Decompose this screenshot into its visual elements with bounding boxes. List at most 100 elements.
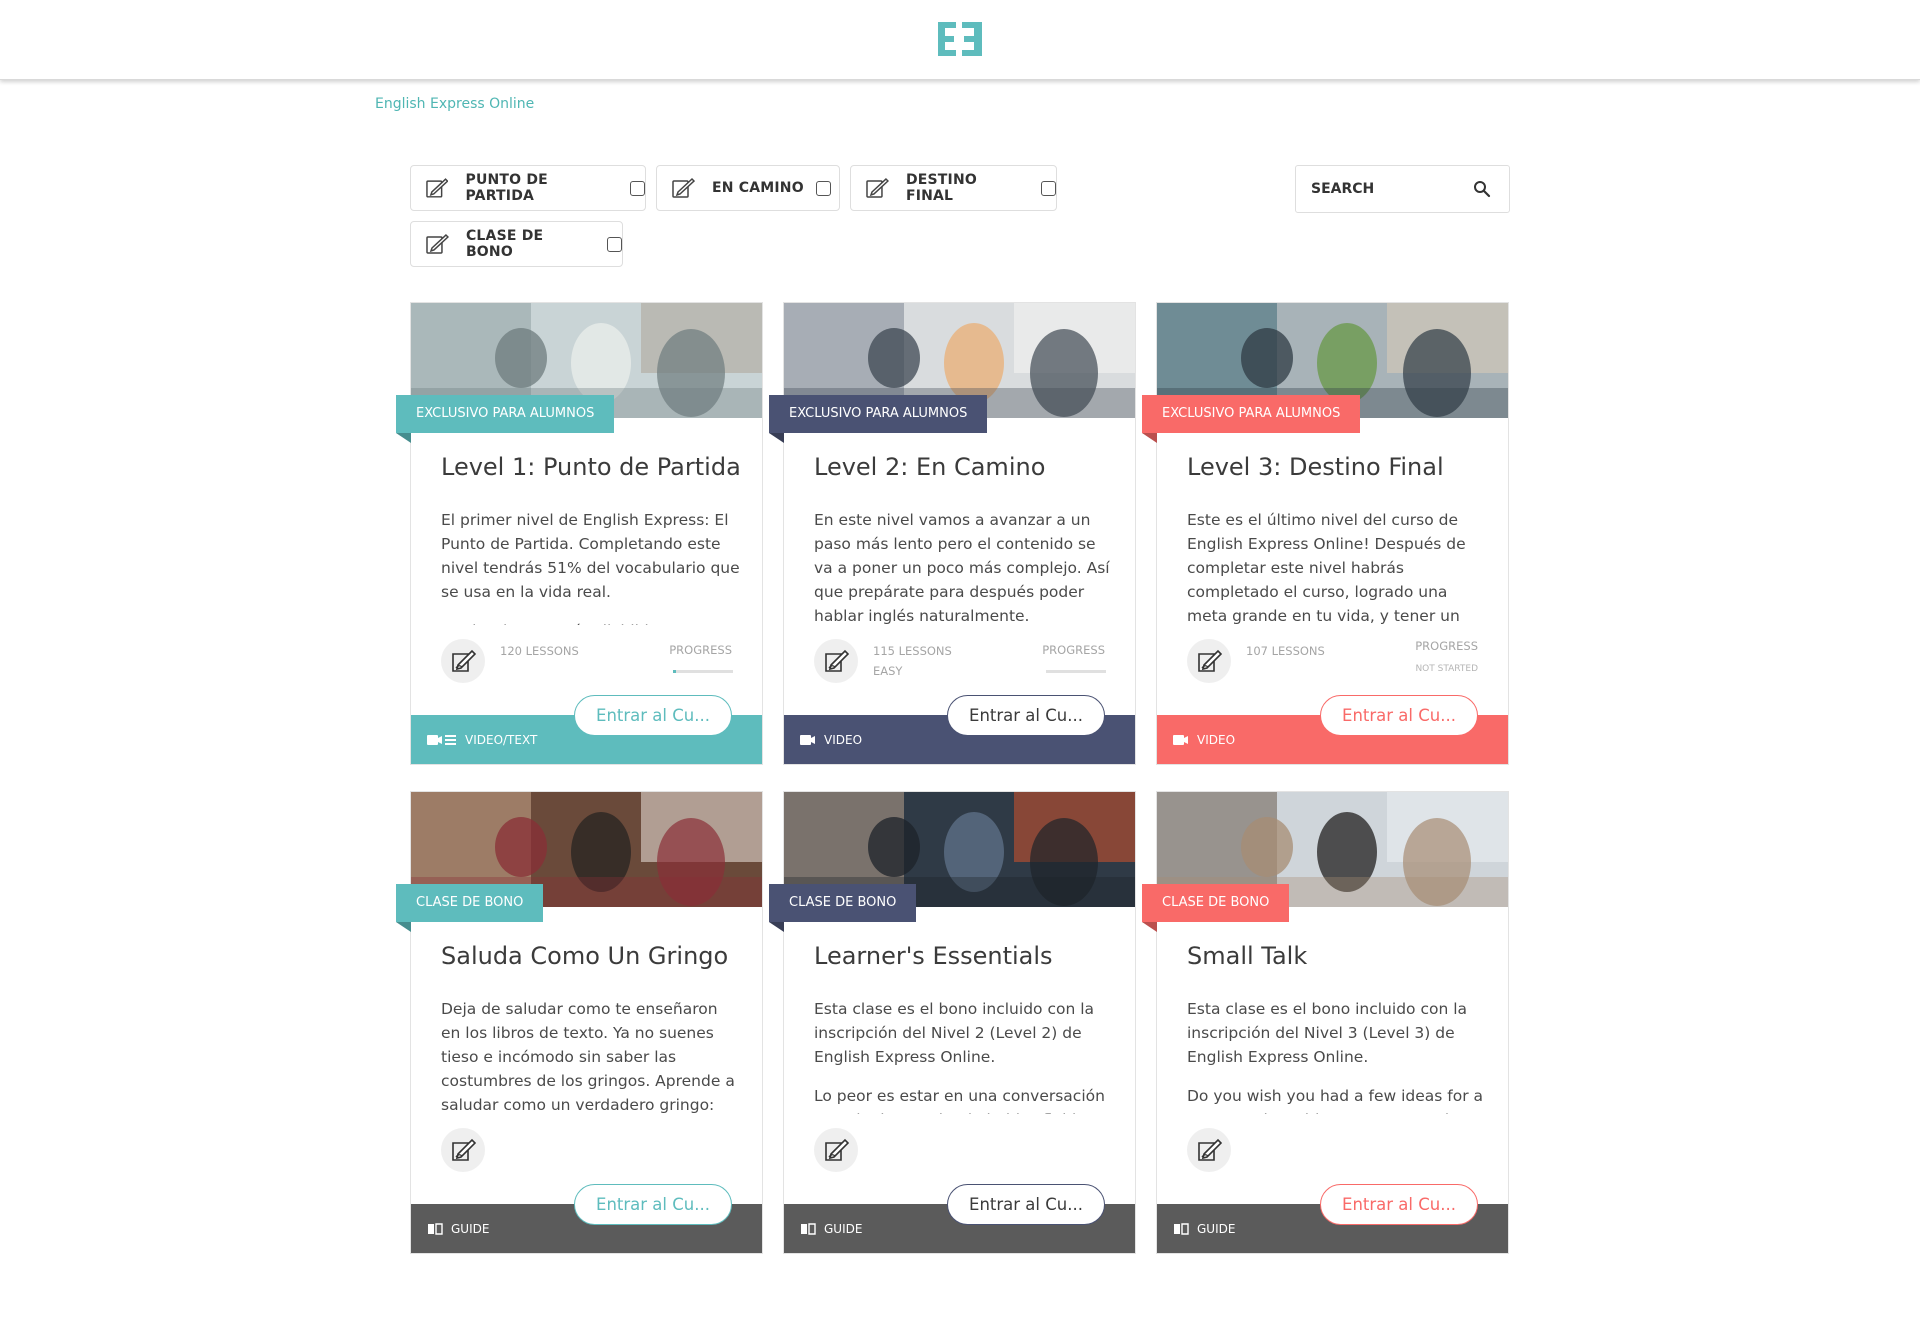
course-description-text: Lo peor es estar en una conversación con… <box>814 1087 1105 1114</box>
filter-destino-final[interactable]: DESTINO FINAL <box>850 165 1057 211</box>
lesson-edit-icon <box>825 649 849 672</box>
progress-bar <box>673 670 733 673</box>
enter-course-button[interactable]: Entrar al Cu... <box>1320 695 1478 736</box>
filter-checkbox[interactable] <box>815 180 831 196</box>
lesson-badge <box>1187 639 1231 683</box>
course-type-label: GUIDE <box>824 1221 863 1236</box>
lesson-edit-icon <box>1198 1138 1222 1161</box>
search-icon[interactable] <box>1473 180 1491 198</box>
course-description-text: El primer nivel de English Express: El P… <box>441 511 740 601</box>
lesson-badge <box>441 639 485 683</box>
lesson-badge <box>814 639 858 683</box>
guide-book-icon <box>801 1222 816 1235</box>
ribbon-fold <box>396 433 411 443</box>
lesson-count: 120 LESSONS <box>500 644 579 658</box>
course-title[interactable]: Level 1: Punto de Partida <box>441 453 741 481</box>
lesson-badge <box>441 1128 485 1172</box>
course-card[interactable]: CLASE DE BONO Saluda Como Un Gringo Deja d… <box>396 791 763 1254</box>
enter-course-button[interactable]: Entrar al Cu... <box>1320 1184 1478 1225</box>
course-card[interactable]: CLASE DE BONO Learner's Essentials Esta cl… <box>769 791 1136 1254</box>
lesson-edit-icon <box>426 178 449 198</box>
course-ribbon: EXCLUSIVO PARA ALUMNOS <box>396 395 615 433</box>
guide-book-icon <box>1174 1222 1189 1235</box>
course-description-text: Este es el último nivel del curso de Eng… <box>1187 511 1466 625</box>
course-description-text: Do you wish you had a few ideas for a co… <box>1187 1087 1483 1114</box>
video-icon <box>800 734 815 745</box>
course-description-text: Deja de saludar como te enseñaron en los… <box>441 1000 735 1114</box>
course-ribbon: EXCLUSIVO PARA ALUMNOS <box>769 395 988 433</box>
filter-label: PUNTO DE PARTIDA <box>465 172 548 204</box>
filter-punto-de-partida[interactable]: PUNTO DE PARTIDA <box>410 165 646 211</box>
video-text-icon <box>427 734 456 745</box>
progress-fill <box>673 670 676 673</box>
enter-course-button[interactable]: Entrar al Cu... <box>574 1184 732 1225</box>
course-description: Este es el último nivel del curso de Eng… <box>1187 508 1487 625</box>
course-card[interactable]: EXCLUSIVO PARA ALUMNOS Level 3: Destino F… <box>1142 302 1509 765</box>
lesson-edit-icon <box>452 1138 476 1161</box>
course-type-label: GUIDE <box>451 1221 490 1236</box>
lesson-badge <box>814 1128 858 1172</box>
lesson-count: 115 LESSONS <box>873 644 952 658</box>
search-box[interactable]: SEARCH <box>1295 165 1510 213</box>
filter-label: EN CAMINO <box>712 180 804 196</box>
lesson-count: 107 LESSONS <box>1246 644 1325 658</box>
filter-label: DESTINO FINAL <box>905 172 977 204</box>
course-description-text: Las lecciones están divididas <box>441 619 741 625</box>
ribbon-fold <box>396 922 411 932</box>
lesson-edit-icon <box>866 177 889 198</box>
course-type-label: VIDEO <box>824 732 863 747</box>
filter-en-camino[interactable]: EN CAMINO <box>656 165 840 211</box>
lesson-badge <box>1187 1128 1231 1172</box>
progress-status: NOT STARTED <box>1415 664 1478 674</box>
course-ribbon: EXCLUSIVO PARA ALUMNOS <box>1142 395 1361 433</box>
course-card[interactable]: CLASE DE BONO Small Talk Esta clase es el … <box>1142 791 1509 1254</box>
lesson-edit-icon <box>672 177 695 198</box>
course-card[interactable]: EXCLUSIVO PARA ALUMNOS Level 2: En Camino… <box>769 302 1136 765</box>
ee-logo-icon[interactable] <box>936 20 984 58</box>
course-description-text: En este nivel vamos a avanzar a un paso … <box>814 511 1110 625</box>
top-bar <box>0 0 1920 80</box>
ribbon-fold <box>769 433 784 443</box>
course-type-label: GUIDE <box>1197 1221 1236 1236</box>
ribbon-fold <box>1142 922 1157 932</box>
filter-checkbox[interactable] <box>630 180 645 196</box>
course-type-label: VIDEO/TEXT <box>465 732 538 747</box>
ribbon-fold <box>1142 433 1157 443</box>
course-title[interactable]: Saluda Como Un Gringo <box>441 942 728 970</box>
course-card[interactable]: EXCLUSIVO PARA ALUMNOS Level 1: Punto de … <box>396 302 763 765</box>
enter-course-button[interactable]: Entrar al Cu... <box>574 695 732 736</box>
lesson-edit-icon <box>452 649 476 672</box>
search-label: SEARCH <box>1311 181 1375 197</box>
progress-label: PROGRESS <box>669 643 732 657</box>
guide-book-icon <box>428 1222 443 1235</box>
course-description: Deja de saludar como te enseñaron en los… <box>441 997 741 1114</box>
filter-checkbox[interactable] <box>1041 180 1056 196</box>
video-icon <box>1173 734 1188 745</box>
lesson-edit-icon <box>1198 649 1222 672</box>
difficulty-label: EASY <box>873 664 903 678</box>
course-description: El primer nivel de English Express: El P… <box>441 508 741 625</box>
progress-bar <box>1046 670 1106 673</box>
course-type-label: VIDEO <box>1197 732 1236 747</box>
course-title[interactable]: Learner's Essentials <box>814 942 1053 970</box>
filter-clase-de-bono[interactable]: CLASE DE BONO <box>410 221 623 267</box>
ribbon-fold <box>769 922 784 932</box>
course-title[interactable]: Level 3: Destino Final <box>1187 453 1444 481</box>
enter-course-button[interactable]: Entrar al Cu... <box>947 1184 1105 1225</box>
course-title[interactable]: Small Talk <box>1187 942 1307 970</box>
lesson-edit-icon <box>426 233 449 254</box>
filter-checkbox[interactable] <box>607 236 622 252</box>
progress-label: PROGRESS <box>1042 643 1105 657</box>
breadcrumb[interactable]: English Express Online <box>375 96 534 112</box>
course-description-text: Esta clase es el bono incluido con la in… <box>814 1000 1094 1066</box>
course-description: Esta clase es el bono incluido con la in… <box>1187 997 1487 1114</box>
course-title[interactable]: Level 2: En Camino <box>814 453 1045 481</box>
course-ribbon: CLASE DE BONO <box>396 884 544 922</box>
course-description-text: Esta clase es el bono incluido con la in… <box>1187 1000 1467 1066</box>
lesson-edit-icon <box>825 1138 849 1161</box>
filter-label: CLASE DE BONO <box>465 228 544 260</box>
course-ribbon: CLASE DE BONO <box>1142 884 1290 922</box>
enter-course-button[interactable]: Entrar al Cu... <box>947 695 1105 736</box>
course-ribbon: CLASE DE BONO <box>769 884 917 922</box>
course-description: Esta clase es el bono incluido con la in… <box>814 997 1114 1114</box>
